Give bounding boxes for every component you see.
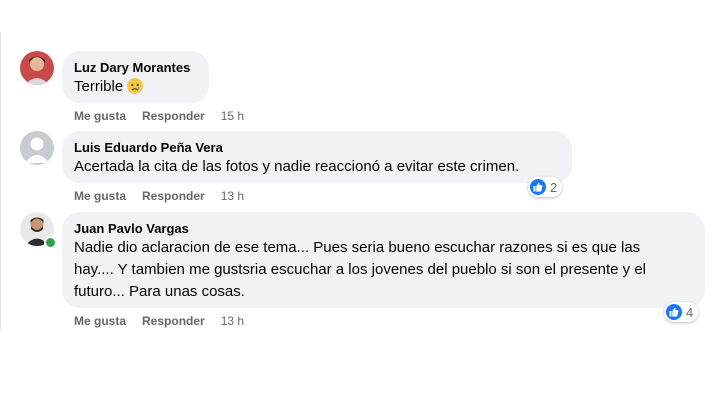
timestamp[interactable]: 15 h [221, 109, 244, 123]
reaction-count: 2 [550, 179, 558, 195]
comment-text: Terrible [74, 76, 197, 98]
comment-text: Nadie dio aclaracion de ese tema... Pues… [74, 237, 693, 303]
online-status-indicator [44, 236, 57, 249]
comment-text-line: Nadie dio aclaracion de ese tema... Pues… [74, 239, 641, 256]
like-reaction-icon [666, 304, 682, 320]
comment-author[interactable]: Juan Pavlo Vargas [74, 220, 693, 237]
like-link[interactable]: Me gusta [74, 314, 126, 328]
comment-actions: Me gusta Responder 15 h [74, 109, 244, 123]
comment-author[interactable]: Luz Dary Morantes [74, 59, 197, 76]
reply-link[interactable]: Responder [142, 189, 205, 203]
timestamp[interactable]: 13 h [221, 314, 244, 328]
comment-text-content: Terrible [74, 78, 124, 95]
comment-text-line: hay.... Y tambien me gustsria escuchar a… [74, 261, 646, 278]
left-border [0, 32, 1, 330]
avatar[interactable] [20, 51, 54, 85]
reaction-count: 4 [686, 304, 694, 320]
comment-text-line: futuro... Para unas cosas. [74, 283, 245, 300]
like-link[interactable]: Me gusta [74, 109, 126, 123]
comment-bubble: Juan Pavlo Vargas Nadie dio aclaracion d… [62, 212, 705, 308]
comment-author[interactable]: Luis Eduardo Peña Vera [74, 139, 560, 156]
comment-actions: Me gusta Responder 13 h [74, 189, 244, 203]
like-reaction-icon [530, 179, 546, 195]
comment-actions: Me gusta Responder 13 h [74, 314, 244, 328]
like-link[interactable]: Me gusta [74, 189, 126, 203]
avatar[interactable] [20, 131, 54, 165]
reaction-summary[interactable]: 4 [664, 302, 699, 322]
crying-face-icon [127, 78, 144, 94]
comment-text: Acertada la cita de las fotos y nadie re… [74, 158, 520, 175]
reply-link[interactable]: Responder [142, 109, 205, 123]
timestamp[interactable]: 13 h [221, 189, 244, 203]
comment-bubble: Luis Eduardo Peña Vera Acertada la cita … [62, 131, 572, 183]
reply-link[interactable]: Responder [142, 314, 205, 328]
reaction-summary[interactable]: 2 [528, 177, 563, 197]
comment-bubble: Luz Dary Morantes Terrible [62, 51, 209, 103]
